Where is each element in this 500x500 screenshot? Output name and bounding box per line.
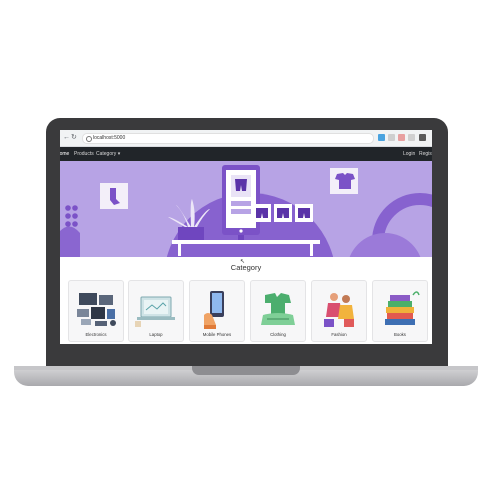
nav-register[interactable]: Register (419, 147, 432, 161)
fashion-icon (324, 293, 354, 327)
shelf (172, 240, 320, 244)
banner-circle (349, 233, 421, 257)
electronics-icon (77, 293, 116, 326)
category-label: Clothing (270, 332, 286, 337)
bookmark-icon[interactable] (398, 134, 405, 141)
nav-products[interactable]: Products (74, 147, 94, 161)
nav-category-label: Category (96, 151, 117, 157)
profile-icon[interactable] (419, 134, 426, 141)
category-card-fashion[interactable]: Fashion (311, 280, 367, 342)
category-card-laptop[interactable]: Laptop (128, 280, 184, 342)
category-label: Books (394, 332, 406, 337)
clothing-icon (261, 293, 295, 325)
info-icon (86, 136, 92, 142)
category-label: Laptop (149, 332, 163, 337)
mobile-phone-icon (204, 291, 224, 329)
category-label: Electronics (85, 332, 107, 337)
address-bar[interactable]: localhost:5000 (82, 133, 374, 144)
laptop-notch (192, 366, 300, 375)
url-text: localhost:5000 (93, 135, 126, 141)
hero-illustration (60, 165, 432, 257)
chevron-down-icon: ▾ (117, 151, 121, 157)
site-navbar: Home Products Category ▾ Login Register (60, 147, 432, 161)
category-card-mobile-phones[interactable]: Mobile Phones (189, 280, 245, 342)
back-icon[interactable]: ← (63, 133, 70, 143)
browser-toolbar: ← ↻ localhost:5000 (60, 130, 432, 147)
extensions-puzzle-icon[interactable] (408, 134, 415, 141)
laptop-icon (135, 296, 175, 327)
dots-decoration (65, 205, 78, 227)
nav-login[interactable]: Login (403, 147, 415, 161)
reload-icon[interactable]: ↻ (71, 133, 77, 143)
extension-icon[interactable] (378, 134, 385, 141)
laptop-screen: ← ↻ localhost:5000 Home Products Categor… (60, 130, 432, 344)
category-card-clothing[interactable]: Clothing (250, 280, 306, 342)
plant-pot (178, 227, 204, 240)
books-icon (385, 291, 420, 325)
hero-banner (60, 161, 432, 257)
category-heading: Category (230, 263, 262, 272)
category-label: Mobile Phones (202, 332, 232, 337)
nav-category-dropdown[interactable]: Category ▾ (96, 147, 120, 161)
category-card-electronics[interactable]: Electronics (68, 280, 124, 342)
category-label: Fashion (331, 332, 347, 337)
nav-home[interactable]: Home (60, 147, 69, 161)
category-card-books[interactable]: Books (372, 280, 428, 342)
extension-icon[interactable] (388, 134, 395, 141)
